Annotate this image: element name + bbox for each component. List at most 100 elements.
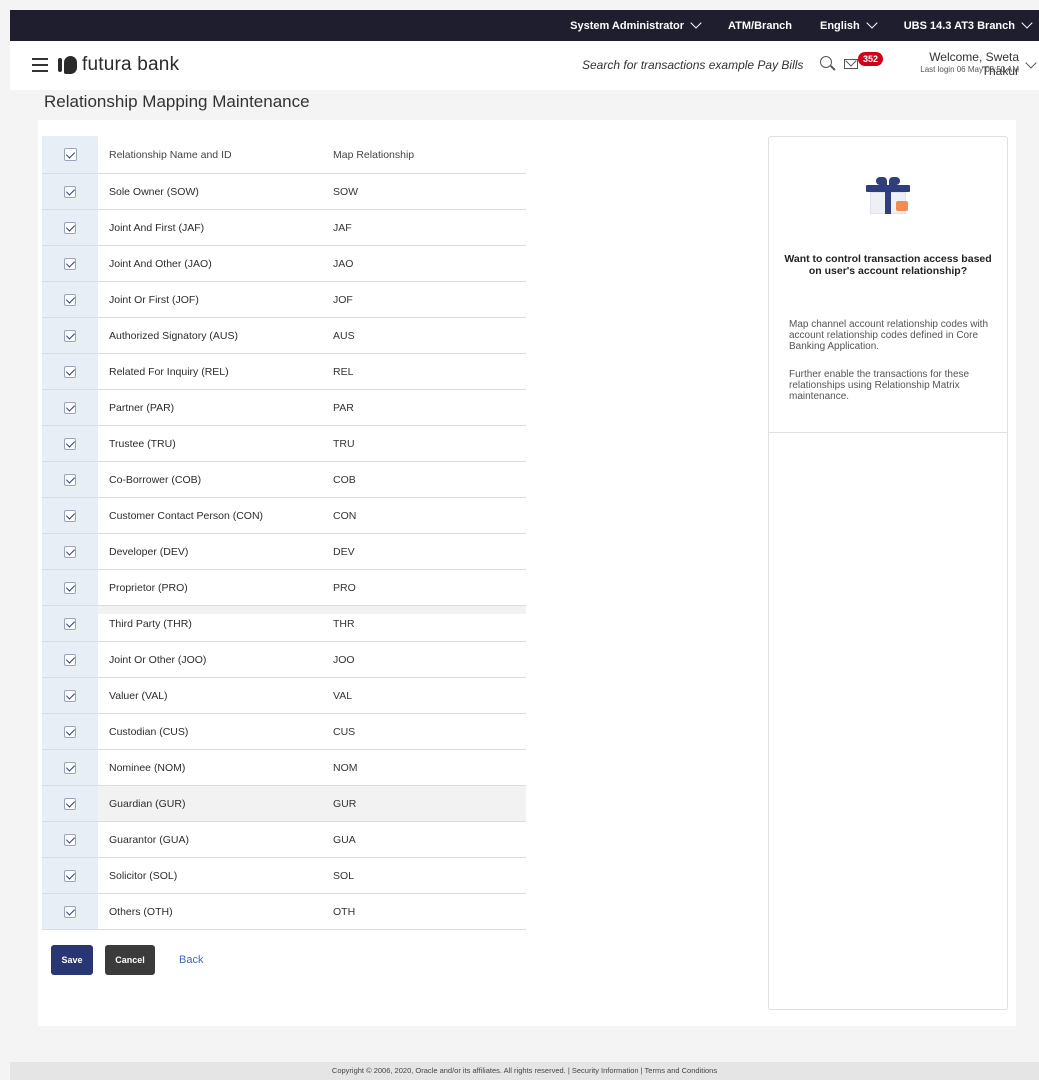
role-menu[interactable]: System Administrator [570,17,702,32]
hamburger-menu-icon[interactable] [32,58,48,72]
relationship-table: Relationship Name and ID Map Relationshi… [42,136,526,930]
language-label: English [820,19,860,32]
info-paragraph-2: Further enable the transactions for thes… [789,369,970,402]
table-row: Others (OTH) OTH [42,894,526,930]
map-relationship-code: VAL [333,689,353,702]
row-checkbox[interactable] [64,257,76,270]
map-relationship-code: REL [333,365,354,378]
row-checkbox[interactable] [64,365,76,378]
relationship-name: Valuer (VAL) [109,689,168,702]
relationship-name: Guarantor (GUA) [109,833,189,846]
chevron-down-icon [1021,17,1033,29]
save-button[interactable]: Save [51,945,93,975]
branch-label: ATM/Branch [728,19,792,32]
table-row: Nominee (NOM) NOM [42,750,526,786]
page-title: Relationship Mapping Maintenance [44,92,310,111]
relationship-name: Custodian (CUS) [109,725,189,738]
map-relationship-code: OTH [333,905,356,918]
role-label: System Administrator [570,19,685,32]
chevron-down-icon [866,17,878,29]
chevron-down-icon[interactable] [1025,57,1037,69]
table-row: Joint And Other (JAO) JAO [42,246,526,282]
map-relationship-code: COB [333,473,356,486]
table-row: Joint Or Other (JOO) JOO [42,642,526,678]
search-icon[interactable] [820,56,832,68]
map-relationship-code: CUS [333,725,356,738]
entity-menu[interactable]: UBS 14.3 AT3 Branch [904,17,1033,32]
map-relationship-code: JAO [333,257,354,270]
row-checkbox[interactable] [64,581,76,594]
cancel-button[interactable]: Cancel [105,945,155,975]
relationship-name: Customer Contact Person (CON) [109,509,264,522]
relationship-name: Guardian (GUR) [109,797,186,810]
row-checkbox[interactable] [64,473,76,486]
row-checkbox[interactable] [64,761,76,774]
map-relationship-code: GUR [333,797,357,810]
relationship-name: Others (OTH) [109,905,173,918]
info-paragraph-1: Map channel account relationship codes w… [789,319,989,352]
map-relationship-code: DEV [333,545,355,558]
back-link[interactable]: Back [179,954,203,966]
column-header-name: Relationship Name and ID [109,148,232,161]
relationship-name: Co-Borrower (COB) [109,473,202,486]
relationship-name: Partner (PAR) [109,401,175,414]
map-relationship-code: SOW [333,185,359,198]
relationship-name: Authorized Signatory (AUS) [109,329,238,342]
table-row: Authorized Signatory (AUS) AUS [42,318,526,354]
relationship-name: Nominee (NOM) [109,761,186,774]
relationship-name: Third Party (THR) [109,617,192,630]
table-row: Partner (PAR) PAR [42,390,526,426]
row-checkbox[interactable] [64,725,76,738]
map-relationship-code: JOF [333,293,353,306]
table-row: Proprietor (PRO) PRO [42,570,526,606]
relationship-name: Solicitor (SOL) [109,869,178,882]
branch-menu[interactable]: ATM/Branch [728,20,792,32]
brand-logo[interactable]: futura bank [58,54,179,76]
row-checkbox[interactable] [64,869,76,882]
table-row: Guardian (GUR) GUR [42,786,526,822]
table-row: Third Party (THR) THR [42,606,526,642]
row-checkbox[interactable] [64,185,76,198]
relationship-name: Sole Owner (SOW) [109,185,199,198]
row-checkbox[interactable] [64,509,76,522]
search-input[interactable]: Search for transactions example Pay Bill… [582,58,803,72]
row-checkbox[interactable] [64,797,76,810]
table-row: Trustee (TRU) TRU [42,426,526,462]
gift-icon [864,177,912,217]
map-relationship-code: TRU [333,437,355,450]
info-card-content: Want to control transaction access based… [769,137,1007,433]
table-row: Joint Or First (JOF) JOF [42,282,526,318]
table-row: Customer Contact Person (CON) CON [42,498,526,534]
info-card: Want to control transaction access based… [768,136,1008,1010]
map-relationship-code: PAR [333,401,354,414]
row-checkbox[interactable] [64,329,76,342]
relationship-name: Joint Or First (JOF) [109,293,199,306]
action-buttons: Save Cancel Back [51,945,203,975]
table-row: Related For Inquiry (REL) REL [42,354,526,390]
select-all-checkbox[interactable] [63,148,77,161]
row-checkbox[interactable] [64,437,76,450]
info-title: Want to control transaction access based… [784,253,992,277]
map-relationship-code: GUA [333,833,356,846]
map-relationship-code: SOL [333,869,355,882]
header: futura bank Search for transactions exam… [10,41,1039,90]
table-header-row: Relationship Name and ID Map Relationshi… [42,136,526,174]
table-row: Guarantor (GUA) GUA [42,822,526,858]
map-relationship-code: NOM [333,761,358,774]
row-checkbox[interactable] [64,221,76,234]
row-checkbox[interactable] [64,689,76,702]
row-checkbox[interactable] [64,617,76,630]
row-checkbox[interactable] [64,293,76,306]
row-checkbox[interactable] [64,545,76,558]
map-relationship-code: JAF [333,221,352,234]
brand-name: futura bank [82,54,180,75]
row-checkbox[interactable] [64,653,76,666]
table-row: Developer (DEV) DEV [42,534,526,570]
language-menu[interactable]: English [820,17,878,32]
relationship-name: Joint Or Other (JOO) [109,653,207,666]
mail-icon[interactable] [844,59,858,69]
row-checkbox[interactable] [64,401,76,414]
row-checkbox[interactable] [64,833,76,846]
row-checkbox[interactable] [64,905,76,918]
notification-badge[interactable]: 352 [858,52,884,66]
